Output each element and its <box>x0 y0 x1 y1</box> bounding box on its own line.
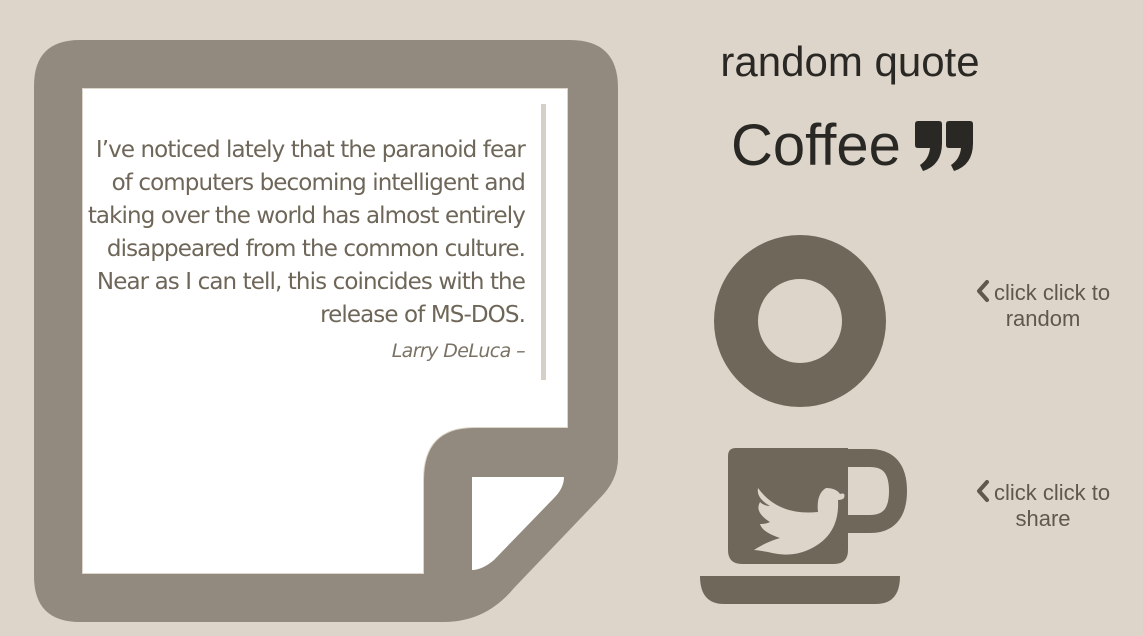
quote-container: I’ve noticed lately that the paranoid fe… <box>84 104 546 380</box>
share-hint-label: click click to share <box>993 480 1111 531</box>
quote-mark-icon <box>914 120 973 171</box>
chevron-left-icon <box>976 480 989 502</box>
share-button[interactable] <box>698 446 910 608</box>
chevron-left-icon <box>976 280 989 302</box>
random-hint: click click to random <box>963 280 1123 332</box>
coffee-cup-twitter-icon <box>700 448 908 604</box>
random-hint-label: click click to random <box>993 280 1111 331</box>
random-quote-button[interactable] <box>712 233 888 409</box>
share-hint: click click to share <box>963 480 1123 532</box>
brand-heading: Coffee <box>731 112 973 179</box>
quote-text: I’ve noticed lately that the paranoid fe… <box>87 137 526 328</box>
page-title: random quote <box>720 38 980 85</box>
quote-author: Larry DeLuca – <box>391 340 526 362</box>
brand-name: Coffee <box>731 113 901 178</box>
ring-icon <box>714 235 886 407</box>
